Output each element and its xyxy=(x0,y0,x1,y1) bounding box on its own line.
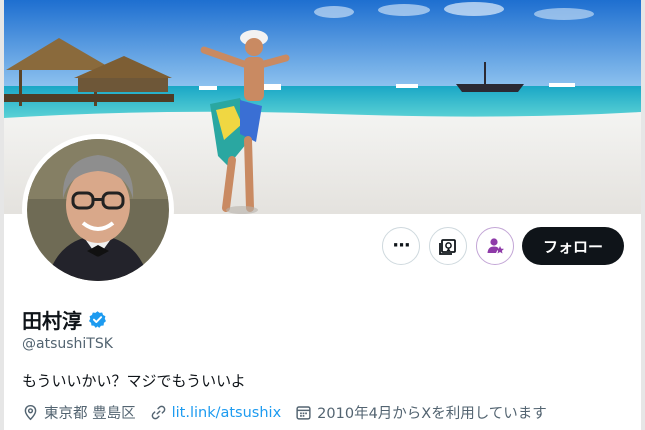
avatar-image xyxy=(27,139,169,281)
link-icon xyxy=(151,405,165,420)
profile-avatar[interactable] xyxy=(22,134,174,286)
calendar-icon xyxy=(296,406,311,420)
profile-page: ··· フォロー 田村淳 @atsushiTSK もういいかい？マジでもういいよ xyxy=(4,0,641,430)
image-card-icon xyxy=(439,239,456,255)
follow-button[interactable]: フォロー xyxy=(522,227,624,265)
more-icon: ··· xyxy=(392,235,410,256)
location-item: 東京都 豊島区 xyxy=(22,402,136,423)
name-row: 田村淳 xyxy=(22,305,107,334)
subscribe-button[interactable] xyxy=(476,227,514,265)
link-item: lit.link/atsushix xyxy=(150,404,282,421)
profile-website-link[interactable]: lit.link/atsushix xyxy=(172,405,282,421)
person-star-icon xyxy=(487,238,504,254)
location-text: 東京都 豊島区 xyxy=(44,406,136,422)
profile-bio: もういいかい？マジでもういいよ xyxy=(22,372,246,390)
joined-date-text: 2010年4月からXを利用しています xyxy=(317,406,547,422)
location-pin-icon xyxy=(24,404,37,421)
user-handle: @atsushiTSK xyxy=(22,336,113,352)
more-button[interactable]: ··· xyxy=(382,227,420,265)
verified-badge-icon[interactable] xyxy=(88,310,107,329)
display-name: 田村淳 xyxy=(22,309,82,333)
joined-item: 2010年4月からXを利用しています xyxy=(295,402,547,423)
image-card-button[interactable] xyxy=(429,227,467,265)
profile-meta: 東京都 豊島区 lit.link/atsushix 2010年4月からXを利用し… xyxy=(22,402,561,423)
